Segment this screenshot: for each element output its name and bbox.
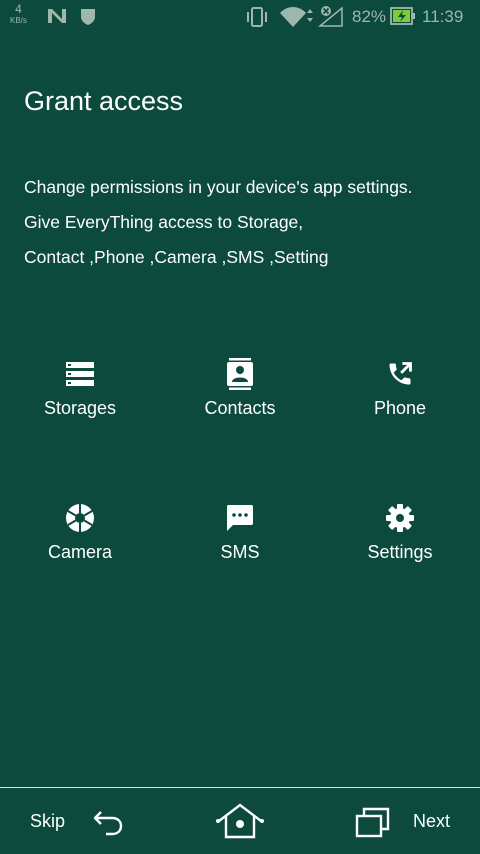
- storage-icon: [66, 362, 94, 386]
- skip-button[interactable]: Skip: [30, 811, 65, 832]
- gear-icon: [386, 504, 414, 532]
- bottom-navigation-bar: Skip Next: [0, 787, 480, 854]
- home-icon[interactable]: [215, 802, 265, 840]
- description: Change permissions in your device's app …: [24, 170, 464, 275]
- battery-charging-icon: [390, 7, 415, 25]
- shield-icon: [81, 9, 95, 25]
- battery-percent: 82%: [352, 7, 387, 26]
- phone-forward-icon: [389, 362, 412, 385]
- permission-label-camera: Camera: [47, 542, 113, 562]
- permission-contacts[interactable]: Contacts: [160, 358, 320, 419]
- back-icon[interactable]: [92, 808, 124, 836]
- network-speed: 4 KB/s: [10, 2, 27, 26]
- permission-label-settings: Settings: [367, 542, 433, 562]
- recent-apps-icon[interactable]: [355, 806, 391, 838]
- n-icon: [48, 9, 66, 23]
- permission-camera[interactable]: Camera: [0, 502, 160, 563]
- network-speed-unit: KB/s: [10, 16, 27, 25]
- permission-label-sms: SMS: [220, 542, 260, 562]
- permission-label-storages: Storages: [43, 398, 117, 418]
- permission-label-contacts: Contacts: [204, 398, 276, 418]
- status-bar: 4 KB/s 82% 11:39: [0, 0, 480, 34]
- contacts-icon: [227, 358, 253, 390]
- permission-label-phone: Phone: [373, 398, 427, 418]
- signal-icon: [318, 6, 343, 27]
- permission-storages[interactable]: Storages: [0, 358, 160, 419]
- description-line-2: Give EveryThing access to Storage,: [24, 212, 304, 232]
- network-speed-value: 4: [15, 2, 22, 16]
- page-title: Grant access: [24, 86, 184, 116]
- camera-shutter-icon: [66, 504, 94, 532]
- permission-phone[interactable]: Phone: [320, 358, 480, 419]
- description-line-3: Contact ,Phone ,Camera ,SMS ,Setting: [24, 247, 329, 267]
- permission-sms[interactable]: SMS: [160, 502, 320, 563]
- clock: 11:39: [422, 7, 464, 26]
- wifi-icon: [280, 7, 313, 27]
- description-line-1: Change permissions in your device's app …: [24, 177, 413, 197]
- sms-icon: [227, 505, 253, 531]
- vibrate-icon: [247, 7, 267, 27]
- next-button[interactable]: Next: [413, 811, 450, 832]
- permission-settings[interactable]: Settings: [320, 502, 480, 563]
